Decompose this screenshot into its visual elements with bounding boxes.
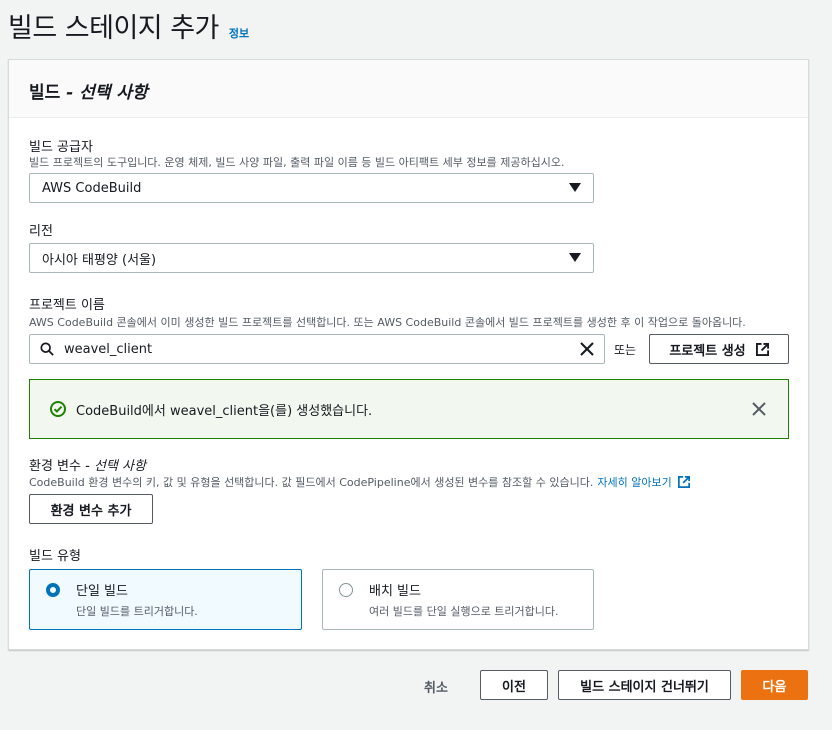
- radio-title: 배치 빌드: [369, 584, 421, 599]
- region-select-value: 아시아 태평양 (서울): [42, 252, 157, 268]
- next-button[interactable]: 다음: [741, 670, 808, 700]
- info-link[interactable]: 정보: [229, 25, 249, 41]
- success-flash: CodeBuild에서 weavel_client을(를) 생성했습니다.: [29, 379, 789, 439]
- project-description: AWS CodeBuild 콘솔에서 이미 생성한 빌드 프로젝트를 선택합니다…: [29, 316, 746, 329]
- env-label-main: 환경 변수: [29, 459, 81, 474]
- env-description: CodeBuild 환경 변수의 키, 값 및 유형을 선택합니다. 값 필드에…: [29, 474, 690, 490]
- project-search-input[interactable]: weavel_client: [29, 334, 605, 364]
- flash-message: CodeBuild에서 weavel_client을(를) 생성했습니다.: [76, 403, 373, 419]
- panel-header: 빌드 - 선택 사항: [9, 60, 808, 118]
- create-project-button[interactable]: 프로젝트 생성: [649, 334, 789, 364]
- radio-button-selected[interactable]: [46, 583, 60, 597]
- region-label: 리전: [29, 224, 53, 239]
- add-env-var-button[interactable]: 환경 변수 추가: [29, 494, 153, 524]
- success-check-icon: [50, 401, 66, 417]
- radio-description: 단일 빌드를 트리거합니다.: [76, 605, 198, 618]
- panel-title-optional: - 선택 사항: [66, 83, 148, 103]
- page-header: 빌드 스테이지 추가 정보: [8, 6, 249, 45]
- learn-more-link[interactable]: 자세히 알아보기: [597, 474, 671, 490]
- radio-batch-build[interactable]: 배치 빌드 여러 빌드를 단일 실행으로 트리거합니다.: [322, 569, 594, 630]
- provider-description: 빌드 프로젝트의 도구입니다. 운영 체제, 빌드 사양 파일, 출력 파일 이…: [29, 156, 565, 169]
- skip-build-stage-button[interactable]: 빌드 스테이지 건너뛰기: [558, 670, 731, 700]
- close-icon[interactable]: [752, 402, 766, 416]
- page-title: 빌드 스테이지 추가: [8, 13, 219, 44]
- create-project-label: 프로젝트 생성: [669, 343, 746, 359]
- external-link-icon[interactable]: [677, 476, 690, 488]
- clear-icon[interactable]: [580, 342, 594, 356]
- panel-title: 빌드 - 선택 사항: [29, 83, 148, 103]
- env-label: 환경 변수 - 선택 사항: [29, 455, 146, 474]
- project-search-value: weavel_client: [64, 341, 153, 357]
- build-panel: 빌드 - 선택 사항 빌드 공급자 빌드 프로젝트의 도구입니다. 운영 체제,…: [8, 59, 809, 650]
- provider-select-value: AWS CodeBuild: [42, 180, 142, 196]
- or-text: 또는: [614, 343, 637, 357]
- radio-single-build[interactable]: 단일 빌드 단일 빌드를 트리거합니다.: [29, 569, 302, 630]
- panel-title-main: 빌드: [29, 83, 61, 103]
- region-select[interactable]: 아시아 태평양 (서울): [29, 243, 594, 273]
- env-description-text: CodeBuild 환경 변수의 키, 값 및 유형을 선택합니다. 값 필드에…: [29, 476, 594, 489]
- cancel-button[interactable]: 취소: [424, 677, 448, 696]
- previous-button[interactable]: 이전: [480, 670, 548, 700]
- provider-select[interactable]: AWS CodeBuild: [29, 173, 594, 203]
- caret-down-icon: [569, 253, 581, 262]
- external-link-icon: [755, 342, 769, 356]
- build-type-label: 빌드 유형: [29, 549, 81, 564]
- search-icon: [40, 342, 54, 356]
- radio-button[interactable]: [339, 583, 353, 597]
- provider-label: 빌드 공급자: [29, 140, 93, 155]
- caret-down-icon: [569, 183, 581, 192]
- project-label: 프로젝트 이름: [29, 298, 105, 313]
- radio-description: 여러 빌드를 단일 실행으로 트리거합니다.: [369, 605, 559, 618]
- radio-title: 단일 빌드: [76, 584, 128, 599]
- env-label-optional: - 선택 사항: [85, 459, 146, 474]
